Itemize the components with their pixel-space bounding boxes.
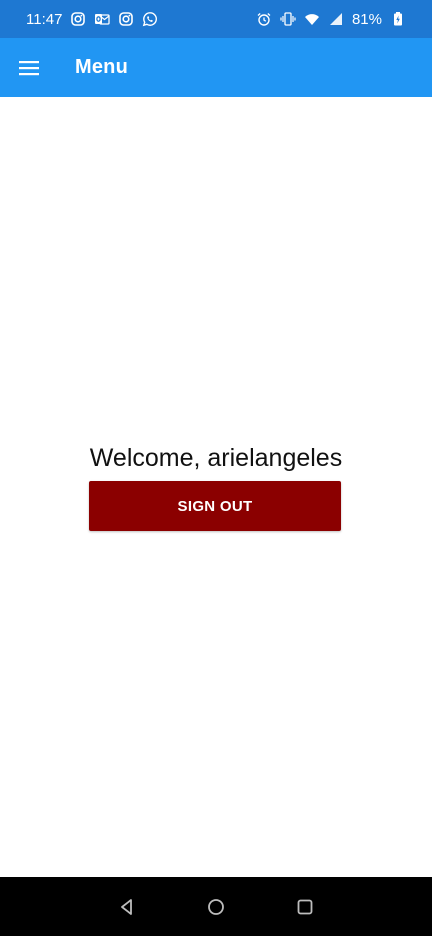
battery-level: 81% bbox=[351, 10, 382, 28]
home-icon bbox=[208, 899, 224, 915]
whatsapp-icon bbox=[142, 11, 158, 27]
sign-out-button[interactable]: SIGN OUT bbox=[89, 481, 341, 531]
system-nav-bar bbox=[0, 877, 432, 936]
hamburger-menu-icon bbox=[19, 60, 39, 75]
main-content: Welcome, arielangeles SIGN OUT bbox=[0, 97, 432, 877]
wifi-icon bbox=[304, 11, 320, 27]
back-icon bbox=[121, 899, 132, 915]
welcome-message: Welcome, arielangeles bbox=[89, 444, 343, 472]
home-button[interactable] bbox=[205, 896, 227, 918]
outlook-icon bbox=[94, 11, 111, 27]
app-bar: Menu bbox=[0, 38, 432, 97]
hamburger-menu-button[interactable] bbox=[0, 38, 58, 97]
instagram-icon bbox=[70, 11, 86, 27]
page-title: Menu bbox=[75, 56, 129, 78]
status-left: 11:47 bbox=[26, 11, 158, 28]
instagram-icon bbox=[118, 11, 134, 27]
status-time: 11:47 bbox=[26, 10, 63, 28]
vibrate-icon bbox=[280, 11, 296, 27]
recents-icon bbox=[297, 899, 313, 915]
alarm-icon bbox=[256, 11, 272, 27]
signal-icon bbox=[328, 11, 344, 27]
status-right: 81% bbox=[256, 11, 406, 28]
back-button[interactable] bbox=[116, 896, 138, 918]
battery-charging-icon bbox=[390, 11, 406, 27]
recents-button[interactable] bbox=[294, 896, 316, 918]
status-bar: 11:47 81% bbox=[0, 0, 432, 38]
